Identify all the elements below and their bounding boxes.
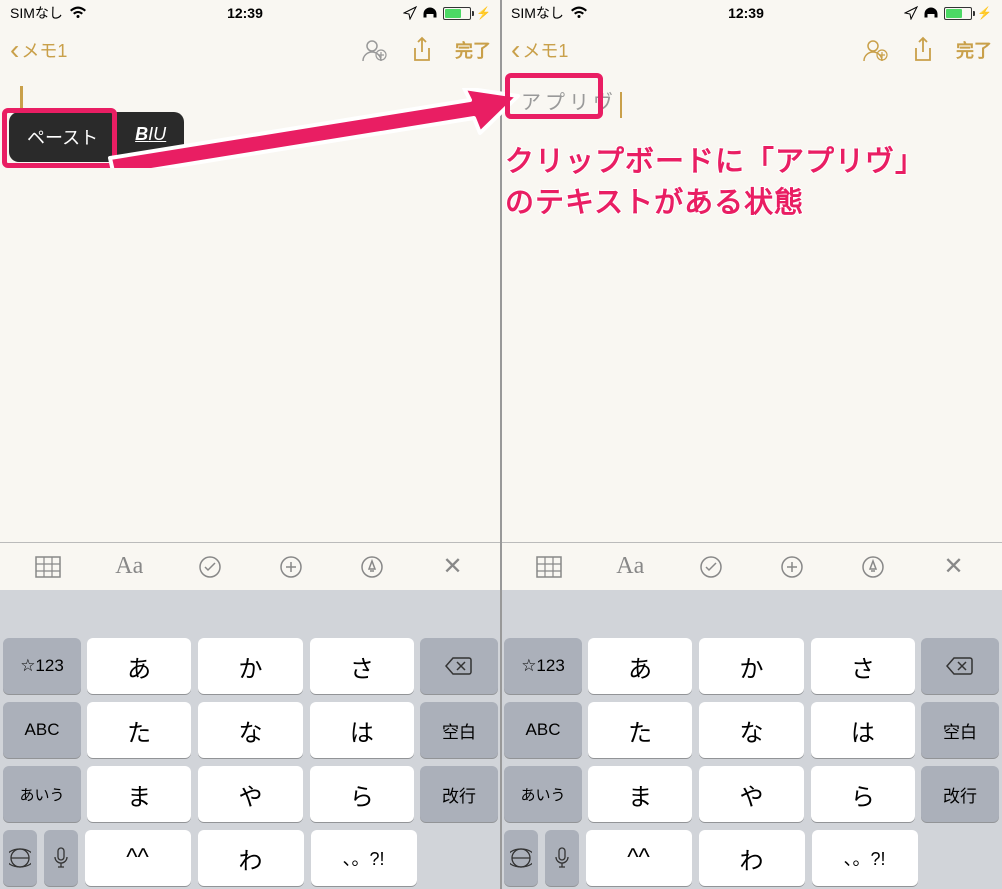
key-ya[interactable]: や (699, 766, 803, 822)
annotation-line-2: のテキストがある状態 (505, 183, 925, 224)
add-icon[interactable] (772, 547, 812, 587)
key-ka[interactable]: か (198, 638, 302, 694)
key-globe[interactable] (504, 830, 538, 886)
add-person-icon[interactable] (359, 35, 389, 65)
location-icon (904, 6, 918, 20)
key-na[interactable]: な (699, 702, 803, 758)
key-sa[interactable]: さ (811, 638, 915, 694)
key-ha[interactable]: は (811, 702, 915, 758)
checklist-icon[interactable] (190, 547, 230, 587)
key-ra[interactable]: ら (811, 766, 915, 822)
markup-icon[interactable] (853, 547, 893, 587)
key-mic[interactable] (545, 830, 579, 886)
key-space[interactable]: 空白 (420, 702, 498, 758)
key-enter[interactable]: 改行 (921, 766, 999, 822)
share-icon[interactable] (908, 35, 938, 65)
text-style-button[interactable]: Aa (109, 547, 149, 587)
add-person-icon[interactable] (860, 35, 890, 65)
format-toolbar: Aa ✕ (501, 542, 1002, 590)
add-icon[interactable] (271, 547, 311, 587)
checklist-icon[interactable] (691, 547, 731, 587)
clock: 12:39 (227, 5, 263, 21)
key-ka[interactable]: か (699, 638, 803, 694)
battery-icon: ⚡ (944, 6, 992, 20)
key-mode-123[interactable]: ☆123 (3, 638, 81, 694)
text-cursor (620, 92, 622, 118)
carrier-label: SIMなし (511, 3, 564, 23)
key-punct[interactable]: 、。?! (812, 830, 918, 886)
annotation-line-1: クリップボードに「アプリヴ」 (505, 142, 925, 183)
key-emoji[interactable]: ^^ (586, 830, 692, 886)
nav-bar: ‹ メモ1 完了 (0, 26, 501, 74)
headphones-icon (422, 6, 438, 20)
back-label: メモ1 (21, 37, 67, 63)
format-menu-item[interactable]: BIU (117, 112, 184, 162)
key-abc[interactable]: ABC (504, 702, 582, 758)
key-backspace[interactable] (420, 638, 498, 694)
key-globe[interactable] (3, 830, 37, 886)
done-button[interactable]: 完了 (956, 37, 992, 63)
key-enter[interactable]: 改行 (420, 766, 498, 822)
key-mic[interactable] (44, 830, 78, 886)
key-ya[interactable]: や (198, 766, 302, 822)
status-bar: SIMなし 12:39 ⚡ (0, 0, 501, 26)
key-emoji[interactable]: ^^ (85, 830, 191, 886)
keyboard: ☆123 ABC あいう あ か さ た な は ま や ら (0, 590, 501, 889)
key-na[interactable]: な (198, 702, 302, 758)
battery-icon: ⚡ (443, 6, 491, 20)
key-ma[interactable]: ま (588, 766, 692, 822)
nav-bar: ‹ メモ1 完了 (501, 26, 1002, 74)
done-button[interactable]: 完了 (455, 37, 491, 63)
annotation-text: クリップボードに「アプリヴ」 のテキストがある状態 (505, 142, 925, 223)
key-ta[interactable]: た (87, 702, 191, 758)
location-icon (403, 6, 417, 20)
chevron-left-icon: ‹ (10, 34, 19, 66)
key-ta[interactable]: た (588, 702, 692, 758)
chevron-left-icon: ‹ (511, 34, 520, 66)
back-label: メモ1 (522, 37, 568, 63)
key-mode-123[interactable]: ☆123 (504, 638, 582, 694)
key-sa[interactable]: さ (310, 638, 414, 694)
key-ma[interactable]: ま (87, 766, 191, 822)
headphones-icon (923, 6, 939, 20)
key-backspace[interactable] (921, 638, 999, 694)
share-icon[interactable] (407, 35, 437, 65)
table-icon[interactable] (28, 547, 68, 587)
back-button[interactable]: ‹ メモ1 (511, 34, 568, 66)
highlight-paste-menu (2, 108, 117, 168)
table-icon[interactable] (529, 547, 569, 587)
key-a[interactable]: あ (87, 638, 191, 694)
back-button[interactable]: ‹ メモ1 (10, 34, 67, 66)
carrier-label: SIMなし (10, 3, 63, 23)
screen-right: SIMなし 12:39 ⚡ ‹ メモ1 完了 (501, 0, 1002, 889)
key-wa[interactable]: わ (198, 830, 304, 886)
highlight-pasted-text (505, 73, 603, 119)
clock: 12:39 (728, 5, 764, 21)
key-abc[interactable]: ABC (3, 702, 81, 758)
key-ha[interactable]: は (310, 702, 414, 758)
key-aiu[interactable]: あいう (504, 766, 582, 822)
markup-icon[interactable] (352, 547, 392, 587)
key-punct[interactable]: 、。?! (311, 830, 417, 886)
wifi-icon (570, 6, 588, 20)
close-icon[interactable]: ✕ (934, 547, 974, 587)
format-toolbar: Aa ✕ (0, 542, 501, 590)
key-aiu[interactable]: あいう (3, 766, 81, 822)
key-space[interactable]: 空白 (921, 702, 999, 758)
key-a[interactable]: あ (588, 638, 692, 694)
status-bar: SIMなし 12:39 ⚡ (501, 0, 1002, 26)
close-icon[interactable]: ✕ (433, 547, 473, 587)
text-style-button[interactable]: Aa (610, 547, 650, 587)
key-ra[interactable]: ら (310, 766, 414, 822)
wifi-icon (69, 6, 87, 20)
keyboard: ☆123 ABC あいう あ か さ た な は ま や ら (501, 590, 1002, 889)
key-wa[interactable]: わ (699, 830, 805, 886)
